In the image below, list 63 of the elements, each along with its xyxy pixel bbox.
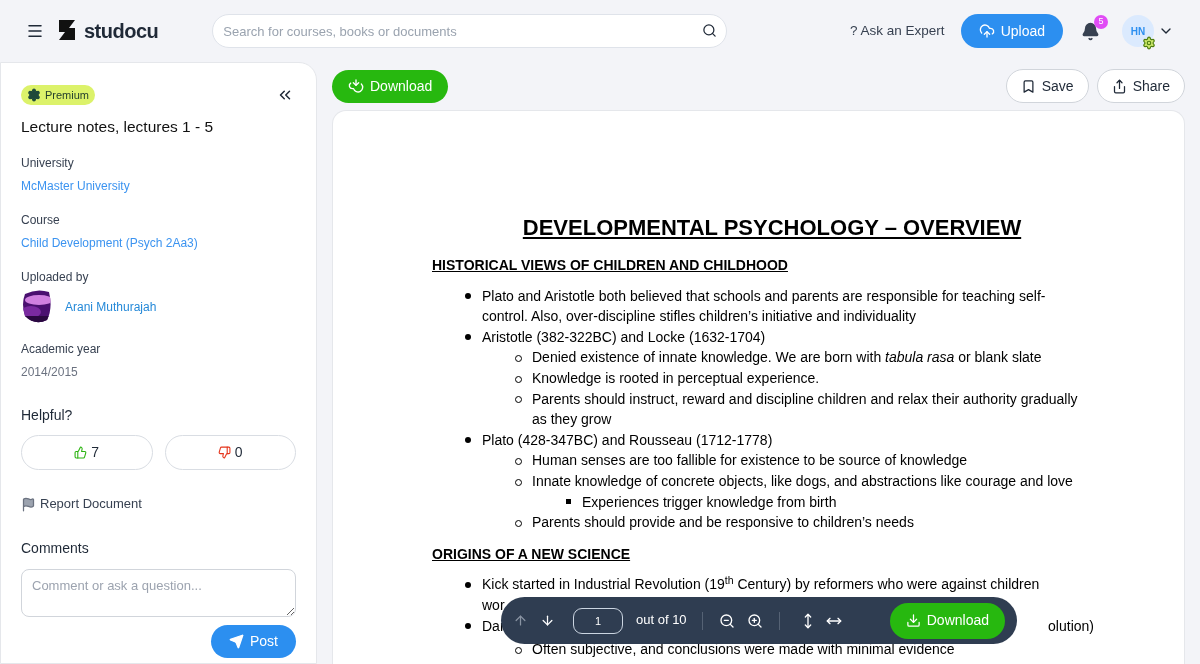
download-icon [905, 613, 921, 628]
search-icon[interactable] [702, 23, 718, 38]
avatar[interactable]: HN [1122, 15, 1154, 47]
report-button[interactable]: Report Document [21, 494, 142, 514]
list-item-text: Plato and Aristotle both believed that schools and parents are responsible for teaching self-control. Also, over-discipline stifles children’s initiative and individuality [482, 286, 1047, 327]
zoom-in-icon[interactable] [746, 612, 763, 629]
zoom-out-icon[interactable] [718, 612, 735, 629]
thumbs-up-icon [74, 446, 88, 460]
list-item-text: Kick started in Industrial Revolution (19$^{th}$ Century) by reformers who were against children [482, 574, 1041, 595]
list-item-text: wor [482, 595, 505, 615]
list-item-text: Knowledge is rooted in perceptual experience. [532, 368, 821, 388]
field-label: Uploaded by [21, 269, 90, 287]
field-label: Course [21, 212, 61, 230]
save-button[interactable]: Save [1005, 69, 1089, 103]
field-label: University [21, 155, 75, 173]
list-item-text: olution) [1048, 616, 1094, 636]
list-item-text: Plato (428-347BC) and Rousseau (1712-1778) [482, 430, 774, 450]
page-count: out of 10 [636, 611, 687, 630]
post-button[interactable]: Post [211, 624, 296, 658]
gear-icon [27, 88, 41, 102]
download-button[interactable]: Download [889, 602, 1005, 639]
premium-badge: Premium [21, 85, 95, 105]
download-button[interactable]: Download [332, 69, 449, 103]
share-icon [1111, 78, 1127, 94]
thumbs-down-icon [217, 446, 231, 460]
arrow-down-icon[interactable] [540, 613, 555, 628]
bell-icon[interactable] [1081, 21, 1100, 41]
upload-button[interactable]: Upload [960, 14, 1063, 48]
list-item-text: Human senses are too fallible for existence to be source of knowledge [532, 451, 969, 471]
section-heading: ORIGINS OF A NEW SCIENCE [432, 544, 632, 564]
field-link[interactable]: Child Development (Psych 2Aa3) [21, 234, 296, 253]
list-item-text: Aristotle (382-322BC) and Locke (1632-1704) [482, 327, 767, 347]
list-item-text: Parents should provide and be responsive to children’s needs [532, 513, 915, 533]
notification-badge: 5 [1094, 14, 1108, 29]
send-icon [229, 633, 244, 649]
cloud-upload-icon [978, 23, 995, 39]
section-heading: HISTORICAL VIEWS OF CHILDREN AND CHILDHOOD [432, 256, 789, 275]
share-button[interactable]: Share [1096, 69, 1185, 103]
field-value: 2014/2015 [21, 364, 79, 382]
list-item-text: Denied existence of innate knowledge. We are born with tabula rasa or blank slate [532, 348, 1043, 368]
list-item-text: Innate knowledge of concrete objects, like dogs, and abstractions like courage and love [532, 471, 1074, 491]
bullet-square [565, 499, 571, 505]
list-item-text: Parents should instruct, reward and discipline children and relax their authority gradually as they grow [532, 389, 1079, 430]
gear-icon [1142, 36, 1156, 50]
ask-expert-link[interactable]: ? Ask an Expert [850, 20, 945, 42]
document-title: Lecture notes, lectures 1 - 5 [21, 117, 215, 137]
page-number-field[interactable]: 1 [573, 607, 623, 634]
menu-icon[interactable] [26, 22, 44, 40]
list-item-text: Often subjective, and conclusions were made with minimal evidence [532, 640, 955, 660]
helpful-heading: Helpful? [21, 406, 74, 426]
field-label: Academic year [21, 341, 102, 359]
uploader-link[interactable]: Arani Muthurajah [65, 298, 157, 317]
field-link[interactable]: McMaster University [21, 177, 296, 196]
comments-heading: Comments [21, 538, 90, 558]
comment-field[interactable]: Comment or ask a question... [21, 568, 296, 617]
list-item-text: Experiences trigger knowledge from birth [582, 492, 838, 512]
document-title: DEVELOPMENTAL PSYCHOLOGY – OVERVIEW [521, 214, 1023, 242]
flag-icon [21, 496, 36, 512]
search-field[interactable]: Search for courses, books or documents [212, 14, 728, 48]
logo-text: studocu [84, 19, 159, 44]
cloud-icon [348, 78, 364, 94]
list-item-text: Dar [482, 616, 505, 636]
bookmark-icon [1020, 78, 1036, 94]
